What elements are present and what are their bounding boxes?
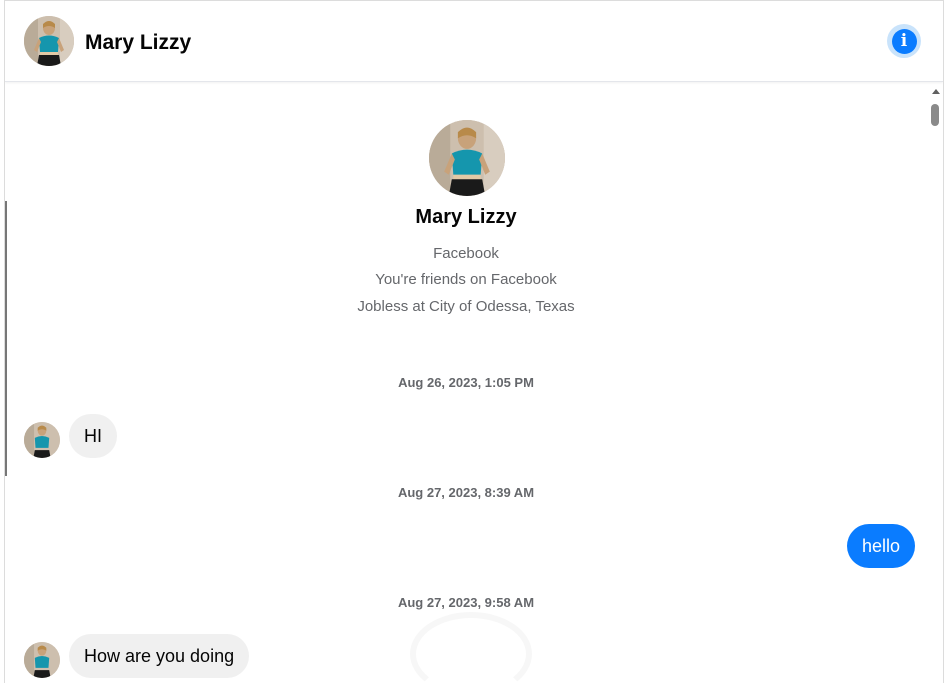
profile-photo-icon [24,422,60,458]
message-timestamp: Aug 26, 2023, 1:05 PM [398,375,534,390]
chat-header: Mary Lizzy i [5,1,943,82]
profile-friendship-status: You're friends on Facebook [375,271,557,288]
profile-name: Mary Lizzy [415,206,517,228]
info-icon: i [891,28,917,54]
profile-photo-icon [24,16,74,66]
sender-avatar[interactable] [24,642,60,678]
incoming-message-row: HI [5,414,927,458]
incoming-message-row: How are you doing [5,634,927,678]
outgoing-message-bubble[interactable]: hello [846,524,915,568]
scroll-up-arrow-icon[interactable] [932,89,940,94]
sender-avatar[interactable] [24,422,60,458]
incoming-message-bubble[interactable]: HI [69,414,117,458]
profile-work: Jobless at City of Odessa, Texas [357,298,575,315]
conversation-info-button[interactable]: i [887,24,921,58]
message-timestamp: Aug 27, 2023, 9:58 AM [397,595,535,610]
header-contact-name[interactable]: Mary Lizzy [85,31,191,55]
profile-photo-icon [429,120,505,196]
scrollbar-thumb[interactable] [931,104,939,126]
profile-photo-icon [24,642,60,678]
profile-avatar[interactable] [429,120,505,196]
message-timestamp: Aug 27, 2023, 8:39 AM [397,485,535,500]
messenger-chat-window: Mary Lizzy i Mary Lizzy Facebook You're … [4,0,944,683]
profile-platform: Facebook [433,245,499,262]
message-list[interactable]: Mary Lizzy Facebook You're friends on Fa… [5,82,943,683]
header-avatar[interactable] [24,16,74,66]
vertical-scrollbar[interactable] [929,82,943,683]
outgoing-message-row: hello [5,524,927,568]
incoming-message-bubble[interactable]: How are you doing [69,634,250,678]
